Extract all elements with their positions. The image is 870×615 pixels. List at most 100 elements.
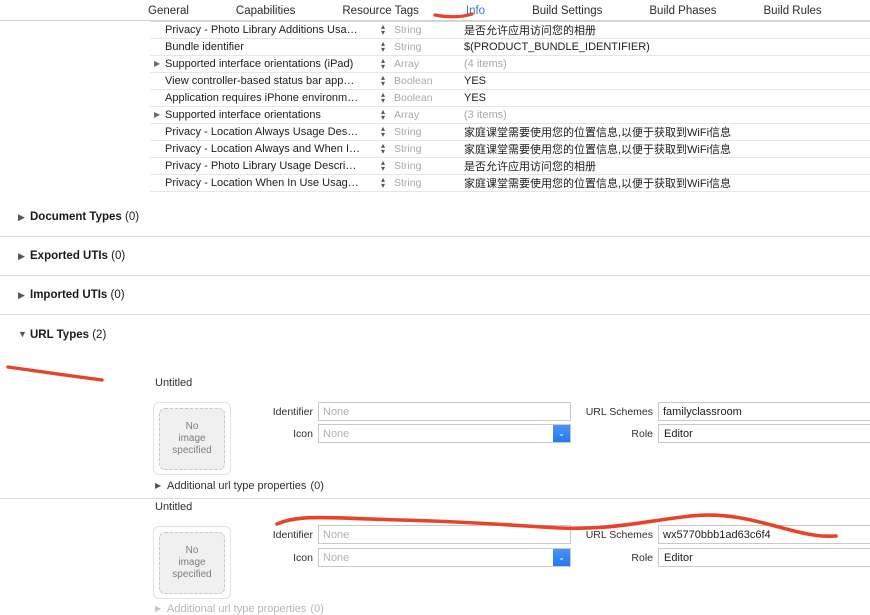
plist-key-label: Application requires iPhone environm… xyxy=(165,92,359,104)
stepper-icon[interactable]: ▴ ▾ xyxy=(376,142,390,156)
table-row[interactable]: ▶Bundle identifier▴▾String$(PRODUCT_BUND… xyxy=(150,39,870,56)
chevron-down-icon[interactable]: ⌄ xyxy=(553,549,570,566)
plist-value-cell[interactable]: (4 items) xyxy=(460,58,870,70)
table-row[interactable]: ▶ Supported interface orientations (iPad)… xyxy=(150,56,870,73)
identifier-field-row: Identifier None xyxy=(240,525,571,544)
table-row[interactable]: ▶Privacy - Location Always Usage Des…▴▾S… xyxy=(150,124,870,141)
additional-url-type-properties-row-1[interactable]: ▶ Additional url type properties (0) xyxy=(155,480,324,492)
table-row[interactable]: ▶View controller-based status bar app…▴▾… xyxy=(150,73,870,90)
url-schemes-field-row: URL Schemes familyclassroom xyxy=(580,402,870,421)
section-document-types[interactable]: ▶ Document Types (0) xyxy=(0,198,870,237)
table-row[interactable]: ▶Privacy - Location Always and When I…▴▾… xyxy=(150,141,870,158)
plist-value-cell[interactable]: 家庭课堂需要使用您的位置信息,以便于获取到WiFi信息 xyxy=(460,124,870,140)
icon-combo-value: None xyxy=(323,551,350,564)
section-title: URL Types (2) xyxy=(30,328,107,341)
plist-type-cell[interactable]: String xyxy=(390,126,460,138)
plist-value-cell[interactable]: 家庭课堂需要使用您的位置信息,以便于获取到WiFi信息 xyxy=(460,175,870,191)
icon-combo-box[interactable]: None ⌄ xyxy=(318,548,571,567)
plist-type-cell[interactable]: Array xyxy=(390,109,460,121)
tab-resource-tags[interactable]: Resource Tags xyxy=(342,5,419,17)
table-row[interactable]: ▶ Supported interface orientations ▴ ▾ Array… xyxy=(150,107,870,124)
table-row[interactable]: ▶Privacy - Photo Library Additions Usa…▴… xyxy=(150,22,870,39)
plist-value-cell[interactable]: YES xyxy=(460,75,870,87)
icon-combo-box[interactable]: None ⌄ xyxy=(318,424,571,443)
stepper-down-icon[interactable]: ▾ xyxy=(381,80,385,88)
plist-key-cell: ▶Privacy - Location Always Usage Des… xyxy=(150,126,376,138)
chevron-down-icon[interactable]: ⌄ xyxy=(553,425,570,442)
stepper-down-icon[interactable]: ▾ xyxy=(381,63,385,71)
chevron-right-icon[interactable]: ▶ xyxy=(155,605,167,613)
table-row[interactable]: ▶Privacy - Photo Library Usage Descri…▴▾… xyxy=(150,158,870,175)
chevron-right-icon[interactable]: ▶ xyxy=(18,290,30,300)
plist-key-label: Supported interface orientations (iPad) xyxy=(165,58,354,70)
plist-value-cell[interactable]: 是否允许应用访问您的相册 xyxy=(460,158,870,174)
stepper-icon[interactable]: ▴ ▾ xyxy=(376,125,390,139)
additional-properties-count: (0) xyxy=(310,603,324,615)
plist-type-cell[interactable]: Boolean xyxy=(390,75,460,87)
stepper-icon[interactable]: ▴ ▾ xyxy=(376,57,390,71)
section-exported-utis[interactable]: ▶ Exported UTIs (0) xyxy=(0,237,870,276)
url-schemes-input[interactable]: familyclassroom xyxy=(658,402,870,421)
stepper-icon[interactable]: ▴ ▾ xyxy=(376,176,390,190)
plist-value-cell[interactable]: YES xyxy=(460,92,870,104)
plist-type-cell[interactable]: String xyxy=(390,24,460,36)
stepper-down-icon[interactable]: ▾ xyxy=(381,182,385,190)
url-schemes-field-row: URL Schemes wx5770bbb1ad63c6f4 xyxy=(580,525,870,544)
url-type-icon-well[interactable]: No image specified xyxy=(153,402,231,475)
tab-build-settings[interactable]: Build Settings xyxy=(532,5,602,17)
stepper-down-icon[interactable]: ▾ xyxy=(381,131,385,139)
no-image-line-1: No xyxy=(185,544,199,556)
chevron-right-icon[interactable]: ▶ xyxy=(154,111,165,119)
role-popup-button[interactable]: Editor xyxy=(658,424,870,443)
chevron-right-icon[interactable]: ▶ xyxy=(18,212,30,222)
stepper-down-icon[interactable]: ▾ xyxy=(381,148,385,156)
plist-type-cell[interactable]: String xyxy=(390,143,460,155)
identifier-input[interactable]: None xyxy=(318,525,571,544)
plist-value-cell[interactable]: (3 items) xyxy=(460,109,870,121)
role-popup-button[interactable]: Editor xyxy=(658,548,870,567)
url-type-icon-well[interactable]: No image specified xyxy=(153,526,231,599)
stepper-icon[interactable]: ▴ ▾ xyxy=(376,91,390,105)
stepper-icon[interactable]: ▴ ▾ xyxy=(376,159,390,173)
stepper-down-icon[interactable]: ▾ xyxy=(381,46,385,54)
section-imported-utis[interactable]: ▶ Imported UTIs (0) xyxy=(0,276,870,315)
plist-type-cell[interactable]: String xyxy=(390,41,460,53)
plist-type-cell[interactable]: Boolean xyxy=(390,92,460,104)
url-schemes-label: URL Schemes xyxy=(585,405,653,418)
stepper-icon[interactable]: ▴ ▾ xyxy=(376,23,390,37)
section-title: Exported UTIs (0) xyxy=(30,250,126,262)
table-row[interactable]: ▶Privacy - Location When In Use Usag…▴▾S… xyxy=(150,175,870,192)
plist-key-label: Privacy - Photo Library Additions Usa… xyxy=(165,24,358,36)
plist-value-cell[interactable]: 是否允许应用访问您的相册 xyxy=(460,22,870,38)
url-schemes-input[interactable]: wx5770bbb1ad63c6f4 xyxy=(658,525,870,544)
stepper-icon[interactable]: ▴ ▾ xyxy=(376,108,390,122)
chevron-right-icon[interactable]: ▶ xyxy=(154,60,165,68)
stepper-down-icon[interactable]: ▾ xyxy=(381,165,385,173)
section-url-types[interactable]: ▼ URL Types (2) xyxy=(0,315,870,354)
plist-key-cell: ▶ Supported interface orientations (iPad) xyxy=(150,58,376,70)
tab-general[interactable]: General xyxy=(148,5,189,17)
additional-url-type-properties-row-2[interactable]: ▶ Additional url type properties (0) xyxy=(155,603,324,615)
stepper-icon[interactable]: ▴ ▾ xyxy=(376,74,390,88)
plist-type-cell[interactable]: String xyxy=(390,177,460,189)
plist-type-cell[interactable]: String xyxy=(390,160,460,172)
tab-build-rules[interactable]: Build Rules xyxy=(764,5,822,17)
stepper-icon[interactable]: ▴ ▾ xyxy=(376,40,390,54)
stepper-down-icon[interactable]: ▾ xyxy=(381,29,385,37)
stepper-down-icon[interactable]: ▾ xyxy=(381,114,385,122)
tab-info[interactable]: Info xyxy=(466,5,485,17)
identifier-label: Identifier xyxy=(272,528,313,541)
stepper-down-icon[interactable]: ▾ xyxy=(381,97,385,105)
tab-build-phases[interactable]: Build Phases xyxy=(649,5,716,17)
url-schemes-label: URL Schemes xyxy=(585,528,653,541)
plist-type-cell[interactable]: Array xyxy=(390,58,460,70)
chevron-down-icon[interactable]: ▼ xyxy=(18,330,30,339)
table-row[interactable]: ▶Application requires iPhone environm…▴▾… xyxy=(150,90,870,107)
plist-key-label: Supported interface orientations xyxy=(165,109,321,121)
chevron-right-icon[interactable]: ▶ xyxy=(18,251,30,261)
chevron-right-icon[interactable]: ▶ xyxy=(155,482,167,490)
plist-value-cell[interactable]: $(PRODUCT_BUNDLE_IDENTIFIER) xyxy=(460,41,870,53)
identifier-input[interactable]: None xyxy=(318,402,571,421)
plist-value-cell[interactable]: 家庭课堂需要使用您的位置信息,以便于获取到WiFi信息 xyxy=(460,141,870,157)
tab-capabilities[interactable]: Capabilities xyxy=(236,5,295,17)
